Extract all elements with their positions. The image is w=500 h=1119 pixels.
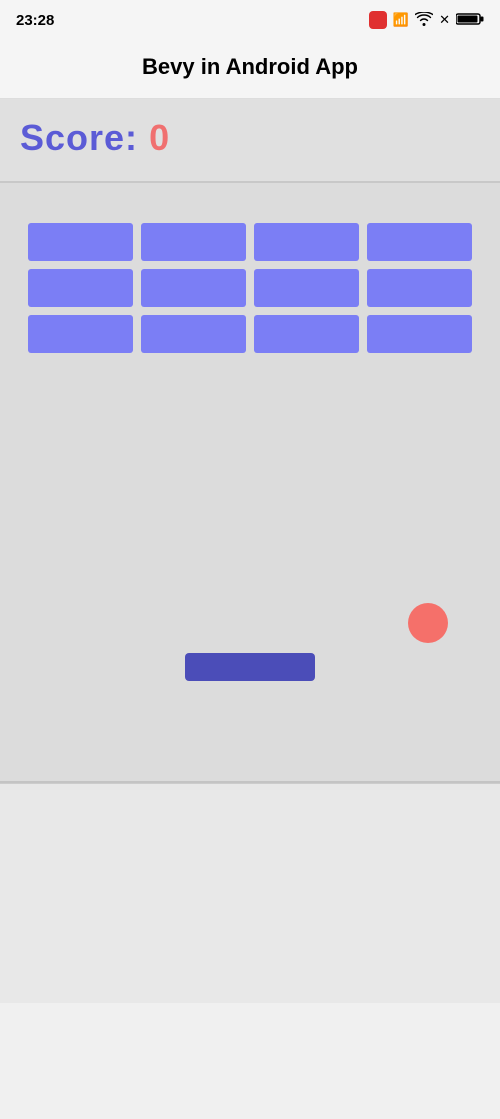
battery-icon: [456, 12, 484, 29]
score-label: Score:: [20, 117, 138, 158]
status-bar: 23:28 📶 ✕: [0, 0, 500, 40]
bottom-area: [0, 783, 500, 1003]
brick: [254, 315, 359, 353]
bricks-container: [28, 223, 472, 353]
brick: [28, 315, 133, 353]
score-value: 0: [149, 117, 170, 158]
brick: [141, 269, 246, 307]
game-area[interactable]: [0, 183, 500, 783]
page-title: Bevy in Android App: [16, 54, 484, 80]
wifi-icon: [415, 12, 433, 29]
brick: [28, 269, 133, 307]
brick: [367, 223, 472, 261]
brick: [141, 223, 246, 261]
brick: [367, 269, 472, 307]
app-icon: [369, 11, 387, 29]
brick: [367, 315, 472, 353]
x-icon: ✕: [439, 12, 450, 28]
bluetooth-icon: 📶: [393, 12, 409, 28]
ball: [408, 603, 448, 643]
status-time: 23:28: [16, 12, 54, 29]
title-bar: Bevy in Android App: [0, 40, 500, 99]
brick: [254, 269, 359, 307]
brick: [254, 223, 359, 261]
score-display: Score: 0: [20, 117, 480, 159]
brick: [28, 223, 133, 261]
score-section: Score: 0: [0, 99, 500, 183]
status-icons: 📶 ✕: [369, 11, 484, 29]
brick: [141, 315, 246, 353]
paddle[interactable]: [185, 653, 315, 681]
